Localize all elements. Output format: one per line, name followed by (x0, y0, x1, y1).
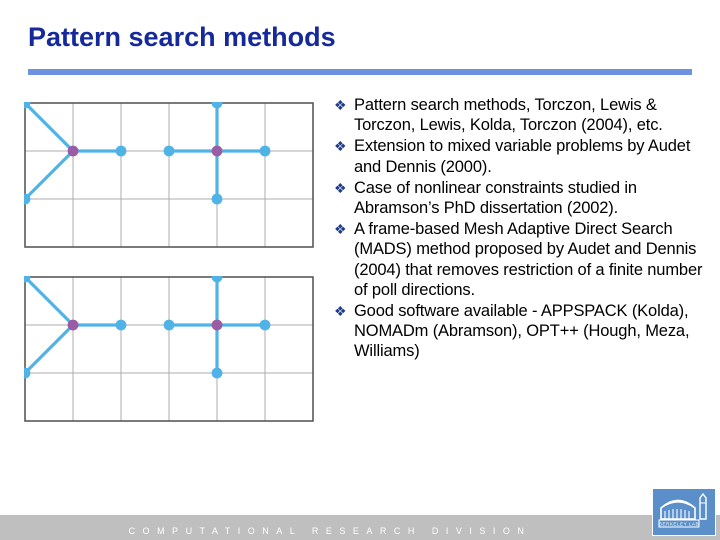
svg-text:BERKELEY LAB: BERKELEY LAB (659, 522, 699, 527)
diamond-bullet-icon: ❖ (334, 221, 347, 238)
list-item: ❖ A frame-based Mesh Adaptive Direct Sea… (330, 219, 712, 300)
diamond-bullet-icon: ❖ (334, 179, 347, 196)
list-item-text: Case of nonlinear constraints studied in… (354, 178, 637, 218)
list-item: ❖ Good software available - APPSPACK (Ko… (330, 301, 712, 362)
diamond-bullet-icon: ❖ (334, 138, 347, 155)
pattern-diagram-bottom-svg (24, 276, 314, 422)
diamond-bullet-icon: ❖ (334, 97, 347, 113)
list-item-text: Pattern search methods, Torczon, Lewis &… (354, 96, 663, 135)
pattern-diagram-top-svg (24, 102, 314, 248)
list-item-text: Extension to mixed variable problems by … (354, 137, 691, 176)
list-item-text: A frame-based Mesh Adaptive Direct Searc… (354, 220, 703, 299)
list-item: ❖ Pattern search methods, Torczon, Lewis… (330, 95, 712, 135)
berkeley-lab-logo: BERKELEY LAB (652, 488, 716, 536)
list-item: ❖ Case of nonlinear constraints studied … (330, 178, 712, 218)
pattern-diagram-bottom (24, 276, 314, 422)
diamond-bullet-icon: ❖ (334, 303, 347, 320)
figure-panel (0, 0, 330, 470)
list-item: ❖ Extension to mixed variable problems b… (330, 136, 712, 176)
berkeley-lab-logo-mark: BERKELEY LAB (658, 492, 707, 528)
bullet-list: ❖ Pattern search methods, Torczon, Lewis… (330, 95, 712, 363)
pattern-diagram-top (24, 102, 314, 248)
list-item-text: Good software available - APPSPACK (Kold… (354, 302, 690, 361)
footer-label: COMPUTATIONAL RESEARCH DIVISION (128, 526, 532, 536)
